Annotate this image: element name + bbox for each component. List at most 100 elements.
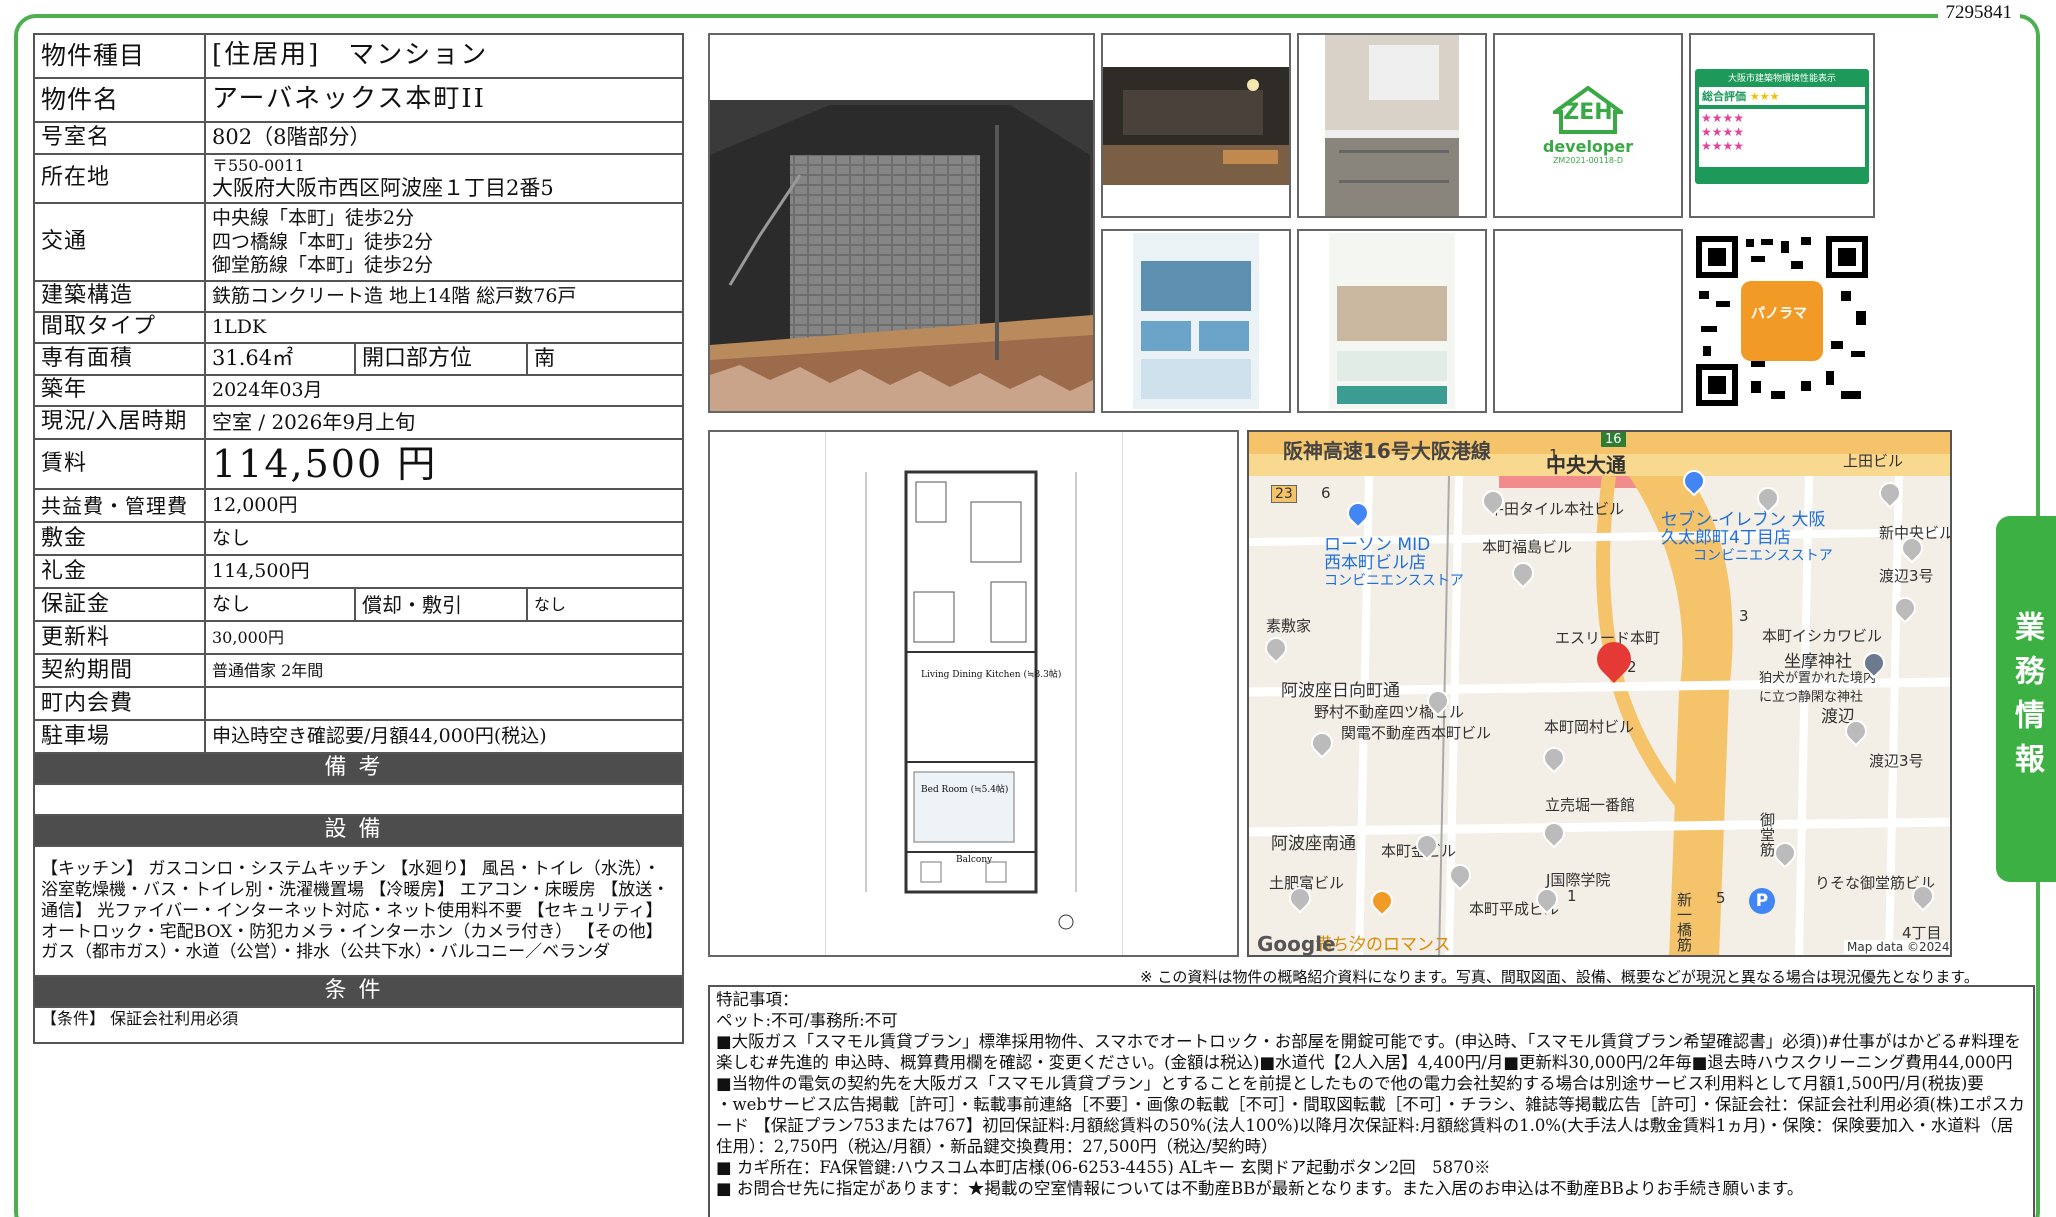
renewal-value: 30,000円 bbox=[204, 620, 684, 656]
map-place: 阿波座日向町通 bbox=[1281, 681, 1400, 701]
remarks-value bbox=[33, 783, 684, 817]
map-num-6: 6 bbox=[1321, 484, 1331, 502]
map-place: 本町岡村ビル bbox=[1544, 718, 1635, 736]
remarks-line: 特記事項： bbox=[716, 990, 799, 1009]
deposit-label: 敷金 bbox=[33, 521, 206, 557]
map-place: 阿波座南通 bbox=[1271, 834, 1356, 854]
map-num: 5 bbox=[1716, 889, 1726, 907]
address-cell: 〒550-0011 大阪府大阪市西区阿波座１丁目2番5 bbox=[204, 152, 684, 205]
conditions-header: 条件 bbox=[33, 975, 684, 1008]
kitchen-photo[interactable] bbox=[1297, 33, 1487, 218]
zip-code: 〒550-0011 bbox=[212, 156, 305, 175]
business-info-tab[interactable]: 業務情報 bbox=[1996, 516, 2056, 882]
map-num-1: 1 bbox=[1549, 446, 1559, 464]
special-remarks: 特記事項： ペット:不可/事務所:不可 ■大阪ガス「スマモル賃貸プラン」標準採用… bbox=[708, 985, 2035, 1217]
transit-cell: 中央線「本町」徒歩2分 四つ橋線「本町」徒歩2分 御堂筋線「本町」徒歩2分 bbox=[204, 202, 684, 283]
map-place: 本町福島ビル bbox=[1482, 538, 1573, 556]
property-spec-table: 物件種目 [住居用] マンション 物件名 アーバネックス本町II 号室名 802… bbox=[33, 33, 684, 1044]
area-label: 専有面積 bbox=[33, 342, 206, 377]
seven-eleven-label: セブン-イレブン 大阪 久太郎町4丁目店 bbox=[1661, 510, 1826, 548]
contract-label: 契約期間 bbox=[33, 653, 206, 689]
renewal-label: 更新料 bbox=[33, 620, 206, 656]
structure-label: 建築構造 bbox=[33, 280, 206, 314]
flyer-1[interactable] bbox=[1101, 229, 1291, 413]
google-logo: Google bbox=[1257, 932, 1336, 956]
map-place: 平田タイル本社ビル bbox=[1489, 500, 1625, 518]
map-num: 3 bbox=[1739, 607, 1749, 625]
doc-id: 7295841 bbox=[1937, 2, 2020, 24]
map-place: 狛犬が置かれた境内 に立つ静閑な神社 bbox=[1759, 671, 1877, 705]
location-map[interactable]: 阪神高速16号大阪港線 中央大通 16 23 6 1 ローソン MID 西本町ビ… bbox=[1247, 430, 1952, 957]
parking-label: 駐車場 bbox=[33, 719, 206, 755]
lawson-label: ローソン MID 西本町ビル店 bbox=[1324, 535, 1431, 573]
association-value bbox=[204, 686, 684, 722]
map-place: 本町イシカワビル bbox=[1762, 627, 1883, 645]
status-value: 空室 / 2026年9月上旬 bbox=[204, 405, 684, 441]
exterior-photo[interactable] bbox=[708, 33, 1095, 413]
energy-label: 大阪市建築物環境性能表示 総合評価 ★★★ ★★★★ ★★★★ ★★★★ bbox=[1689, 33, 1875, 218]
fee-value: 12,000円 bbox=[204, 488, 684, 524]
remarks-header: 備考 bbox=[33, 752, 684, 786]
route-23-badge: 23 bbox=[1271, 485, 1297, 503]
guarantee-value: なし bbox=[204, 587, 356, 623]
map-attribution: Map data ©2024 bbox=[1844, 940, 1950, 954]
map-place: 関電不動産西本町ビル bbox=[1341, 724, 1492, 742]
area-value: 31.64㎡ bbox=[204, 342, 356, 377]
structure-value: 鉄筋コンクリート造 地上14階 総戸数76戸 bbox=[204, 280, 684, 314]
contract-value: 普通借家 2年間 bbox=[204, 653, 684, 689]
zeh-logo: ZEH developer ZM2021-00118-D bbox=[1493, 33, 1683, 218]
bedroom-label: Bed Room (≒5.4帖) bbox=[921, 785, 1009, 795]
energy-rating-label: 総合評価 bbox=[1702, 90, 1746, 103]
parking-icon[interactable]: P bbox=[1749, 888, 1775, 914]
transit-line: 御堂筋線「本町」徒歩2分 bbox=[212, 253, 434, 276]
energy-ratings-grid: ★★★★ ★★★★ ★★★★ bbox=[1699, 109, 1865, 167]
map-place: 渡辺3号 bbox=[1869, 752, 1924, 770]
map-place: 立売堀一番館 bbox=[1545, 796, 1636, 814]
balcony-label: Balcony bbox=[956, 855, 993, 865]
room-value: 802（8階部分） bbox=[204, 121, 684, 155]
panorama-qr[interactable]: パノラマ bbox=[1689, 229, 1875, 413]
floor-plan-drawing bbox=[865, 470, 1077, 930]
layout-label: 間取タイプ bbox=[33, 311, 206, 345]
floor-plan[interactable]: Living Dining Kitchen (≒8.3帖) Bed Room (… bbox=[708, 430, 1239, 957]
lobby-photo[interactable] bbox=[1101, 33, 1291, 218]
deposit-value: なし bbox=[204, 521, 684, 557]
remarks-line: ■大阪ガス「スマモル賃貸プラン」標準採用物件、スマホでオートロック・お部屋を開錠… bbox=[716, 1031, 2021, 1093]
layout-value: 1LDK bbox=[204, 311, 684, 345]
flyer-1-image bbox=[1103, 231, 1289, 411]
disclaimer-note: ※ この資料は物件の概略紹介資料になります。写真、間取図面、設備、概要などが現況… bbox=[1140, 968, 1979, 986]
transit-label: 交通 bbox=[33, 202, 206, 283]
flyer-2[interactable] bbox=[1297, 229, 1487, 413]
map-place: 素敷家 bbox=[1266, 617, 1312, 635]
star-icons: ★★★ bbox=[1749, 90, 1780, 103]
lobby-photo-image bbox=[1103, 35, 1289, 216]
remarks-line: ペット:不可/事務所:不可 bbox=[716, 1010, 898, 1030]
room-label: 号室名 bbox=[33, 121, 206, 155]
key-money-value: 114,500円 bbox=[204, 554, 684, 590]
status-label: 現況/入居時期 bbox=[33, 405, 206, 441]
key-money-label: 礼金 bbox=[33, 554, 206, 590]
amortization-value: なし bbox=[526, 587, 684, 623]
exterior-photo-image bbox=[710, 35, 1093, 411]
map-place: J国際学院 bbox=[1546, 871, 1611, 889]
zeh-subtext: developer bbox=[1542, 137, 1634, 156]
remarks-line: ・webサービス広告掲載［許可］・転載事前連絡［不要］・画像の転載［不可］・間取… bbox=[716, 1094, 2025, 1156]
equipment-header: 設備 bbox=[33, 814, 684, 848]
zeh-text: ZEH bbox=[1563, 100, 1613, 125]
panorama-label: パノラマ bbox=[1751, 306, 1807, 322]
zeh-code: ZM2021-00118-D bbox=[1552, 156, 1624, 165]
kitchen-photo-image bbox=[1299, 35, 1485, 216]
route-16-badge: 16 bbox=[1601, 432, 1626, 447]
fee-label: 共益費・管理費 bbox=[33, 488, 206, 524]
flyer-2-image bbox=[1299, 231, 1485, 411]
conditions-value: 【条件】 保証会社利用必須 bbox=[33, 1005, 684, 1044]
transit-line: 中央線「本町」徒歩2分 bbox=[212, 207, 415, 230]
built-value: 2024年03月 bbox=[204, 374, 684, 408]
lawson-sublabel: コンビニエンスストア bbox=[1324, 573, 1464, 589]
map-place: 上田ビル bbox=[1843, 452, 1904, 470]
rent-label: 賃料 bbox=[33, 438, 206, 491]
map-place: 渡辺3号 bbox=[1879, 567, 1934, 585]
built-label: 築年 bbox=[33, 374, 206, 408]
address-label: 所在地 bbox=[33, 152, 206, 205]
map-num: 1 bbox=[1567, 887, 1577, 905]
